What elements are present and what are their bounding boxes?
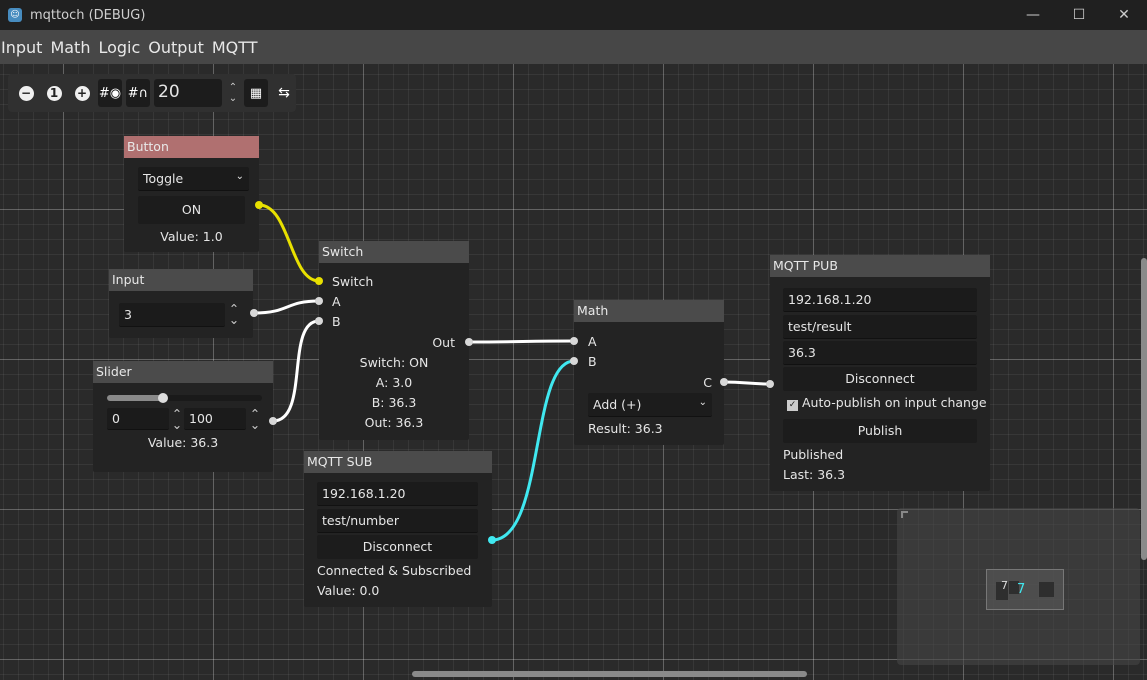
chevron-down-icon: ⌄ — [235, 171, 244, 182]
minimap-wires: 7 — [1001, 579, 1008, 592]
input-node[interactable]: Input 3 ⌃ ⌄ — [109, 269, 258, 338]
title-bar: ☺ mqttoch (DEBUG) — ☐ ✕ — [0, 0, 1147, 30]
operation-value: Add (+) — [593, 397, 642, 412]
port-label-out: Out — [432, 335, 455, 350]
slider-fill — [107, 395, 164, 401]
value-slider[interactable] — [107, 393, 262, 403]
b-input-port[interactable] — [315, 317, 323, 325]
switch-input-port[interactable] — [315, 277, 323, 285]
math-node[interactable]: Math A B C Add (+) ⌄ Result: 36.3 — [570, 300, 728, 445]
minimap-viewport[interactable]: 7 7 — [986, 569, 1064, 610]
slider-value: Value: 36.3 — [147, 435, 219, 450]
max-input[interactable]: 100 — [184, 408, 246, 430]
output-port[interactable] — [488, 536, 496, 544]
chevron-down-icon: ⌄ — [698, 397, 707, 408]
host-input[interactable]: 192.168.1.20 — [317, 482, 478, 506]
port-label-a: A — [332, 294, 341, 309]
minimap-resize-handle[interactable] — [901, 511, 908, 518]
graph-canvas[interactable]: − 1 + #◉ #∩ 20 ⌃ ⌄ ▦ ⇆ Button Toggle ⌄ ON … — [0, 64, 1147, 680]
wire-slider-to-switch-b — [272, 319, 320, 423]
switch-status: Switch: ON — [359, 355, 429, 370]
menu-output[interactable]: Output — [147, 38, 210, 57]
node-title: Button — [124, 136, 259, 158]
max-spin-arrows[interactable]: ⌃ ⌄ — [248, 407, 262, 431]
wire-math-to-pub — [723, 380, 771, 386]
b-input-port[interactable] — [570, 357, 578, 365]
output-port[interactable] — [250, 309, 258, 317]
window-title: mqttoch (DEBUG) — [30, 7, 146, 23]
pub-last-value: Last: 36.3 — [783, 467, 846, 482]
a-input-port[interactable] — [315, 297, 323, 305]
port-label-b: B — [588, 354, 597, 369]
number-spin-arrows[interactable]: ⌃ ⌄ — [227, 302, 241, 326]
port-label-a: A — [588, 334, 597, 349]
out-output-port[interactable] — [465, 338, 473, 346]
payload-input[interactable]: 36.3 — [783, 341, 977, 365]
close-button[interactable]: ✕ — [1101, 0, 1147, 30]
mode-dropdown[interactable]: Toggle ⌄ — [138, 167, 249, 191]
button-value: Value: 1.0 — [160, 229, 223, 244]
wire-button-to-switch — [258, 203, 320, 283]
sub-status: Connected & Subscribed — [317, 563, 472, 578]
node-title: Input — [109, 269, 253, 291]
wire-sub-to-math-b — [491, 359, 575, 542]
switch-b-value: B: 36.3 — [371, 395, 417, 410]
auto-publish-label: Auto-publish on input change — [802, 395, 987, 410]
mode-value: Toggle — [143, 171, 184, 186]
node-title: Math — [574, 300, 724, 322]
pub-status: Published — [783, 447, 844, 462]
wire-input-to-switch-a — [253, 299, 320, 315]
port-label-c: C — [703, 375, 712, 390]
output-port[interactable] — [255, 201, 263, 209]
button-node[interactable]: Button Toggle ⌄ ON Value: 1.0 — [124, 136, 263, 252]
wire-switch-to-math-a — [468, 339, 575, 344]
host-input[interactable]: 192.168.1.20 — [783, 288, 977, 312]
min-spin-arrows[interactable]: ⌃ ⌄ — [170, 407, 184, 431]
menu-math[interactable]: Math — [49, 38, 96, 57]
a-input-port[interactable] — [570, 337, 578, 345]
vertical-scrollbar[interactable] — [1141, 258, 1147, 560]
node-title: Switch — [319, 241, 469, 263]
menu-logic[interactable]: Logic — [97, 38, 146, 57]
minimize-button[interactable]: — — [1010, 0, 1056, 30]
switch-node[interactable]: Switch Switch A B Out Switch: ON A: 3.0 … — [315, 241, 473, 440]
checkbox-checked-icon: ✓ — [787, 400, 798, 411]
horizontal-scrollbar[interactable] — [412, 671, 807, 677]
auto-publish-checkbox[interactable]: ✓ Auto-publish on input change — [787, 395, 987, 411]
maximize-button[interactable]: ☐ — [1056, 0, 1102, 30]
minimap-node — [1039, 582, 1054, 597]
menu-mqtt[interactable]: MQTT — [211, 38, 264, 57]
switch-a-value: A: 3.0 — [375, 375, 413, 390]
minimap-wires: 7 — [1017, 582, 1026, 597]
number-input[interactable]: 3 — [119, 303, 225, 327]
mqtt-sub-node[interactable]: MQTT SUB 192.168.1.20 test/number Discon… — [304, 451, 496, 607]
disconnect-button[interactable]: Disconnect — [317, 535, 478, 559]
slider-handle[interactable] — [158, 393, 169, 403]
publish-button[interactable]: Publish — [783, 419, 977, 443]
toggle-button[interactable]: ON — [138, 196, 245, 224]
minimap[interactable]: 7 7 — [897, 508, 1140, 665]
sub-value: Value: 0.0 — [317, 583, 380, 598]
node-title: Slider — [93, 361, 273, 383]
topic-input[interactable]: test/result — [783, 315, 977, 339]
c-output-port[interactable] — [720, 378, 728, 386]
input-port[interactable] — [766, 380, 774, 388]
switch-out-value: Out: 36.3 — [364, 415, 424, 430]
node-title: MQTT SUB — [304, 451, 492, 473]
port-label-b: B — [332, 314, 341, 329]
math-result: Result: 36.3 — [588, 421, 663, 436]
mqtt-pub-node[interactable]: MQTT PUB 192.168.1.20 test/result 36.3 D… — [766, 255, 990, 491]
slider-node[interactable]: Slider 0 ⌃ ⌄ 100 ⌃ ⌄ Value: 36.3 — [93, 361, 277, 472]
min-input[interactable]: 0 — [107, 408, 169, 430]
app-icon: ☺ — [8, 8, 22, 22]
port-label-switch: Switch — [332, 274, 374, 289]
operation-dropdown[interactable]: Add (+) ⌄ — [588, 393, 712, 417]
output-port[interactable] — [269, 417, 277, 425]
topic-input[interactable]: test/number — [317, 509, 478, 533]
menu-bar: Input Math Logic Output MQTT — [0, 30, 1147, 64]
menu-input[interactable]: Input — [0, 38, 48, 57]
disconnect-button[interactable]: Disconnect — [783, 367, 977, 391]
node-title: MQTT PUB — [770, 255, 990, 277]
